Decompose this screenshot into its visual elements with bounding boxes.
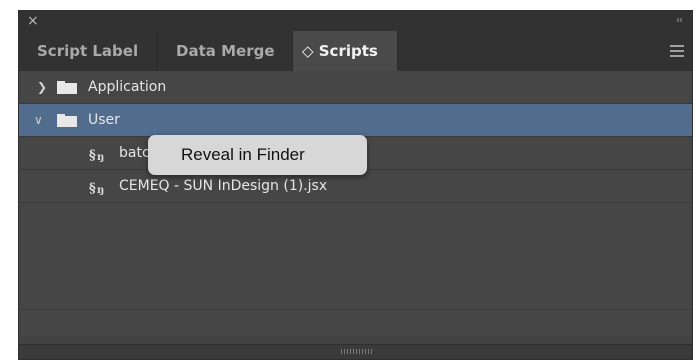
svg-text:§: § — [89, 181, 96, 196]
tree-row-application[interactable]: ❯ Application — [19, 71, 692, 104]
folder-icon — [57, 81, 77, 94]
close-icon[interactable]: × — [27, 12, 39, 30]
tab-label: Data Merge — [176, 42, 275, 60]
context-menu-item-reveal-in-finder[interactable]: Reveal in Finder — [181, 135, 305, 175]
chevron-right-icon[interactable]: ❯ — [37, 71, 47, 103]
tab-label: ◇ Scripts — [302, 42, 378, 60]
tree-row-user[interactable]: ∨ User — [19, 104, 692, 137]
tree-row-label: User — [88, 112, 120, 128]
resize-grip[interactable] — [341, 349, 373, 354]
tree-row-label: batc — [119, 145, 150, 161]
tree-row-label: Application — [88, 79, 167, 95]
tab-scripts[interactable]: ◇ Scripts — [293, 31, 397, 71]
collapse-panel-icon[interactable]: ‹‹ — [676, 12, 683, 30]
tab-divider — [397, 31, 398, 71]
panel-titlebar: × ‹‹ — [19, 11, 692, 31]
row-divider — [19, 309, 692, 310]
svg-text:ŋ: ŋ — [97, 185, 104, 196]
tab-bar: Script Label Data Merge ◇ Scripts — [19, 31, 692, 71]
panel-menu-icon[interactable] — [670, 45, 684, 57]
tab-data-merge[interactable]: Data Merge — [158, 31, 292, 71]
scripts-tree: ❯ Application ∨ User § ŋ batc § ŋ CEMEQ … — [19, 71, 692, 336]
script-file-icon: § ŋ — [89, 181, 104, 196]
script-file-icon: § ŋ — [89, 148, 104, 163]
tab-script-label[interactable]: Script Label — [19, 31, 157, 71]
scripts-panel: × ‹‹ Script Label Data Merge ◇ Scripts ❯… — [18, 10, 693, 360]
folder-icon — [57, 114, 77, 127]
panel-footer — [19, 344, 692, 359]
svg-text:ŋ: ŋ — [97, 152, 104, 163]
chevron-down-icon[interactable]: ∨ — [34, 104, 43, 136]
svg-text:§: § — [89, 148, 96, 163]
tab-label: Script Label — [37, 42, 139, 60]
context-menu: Reveal in Finder — [148, 135, 367, 175]
